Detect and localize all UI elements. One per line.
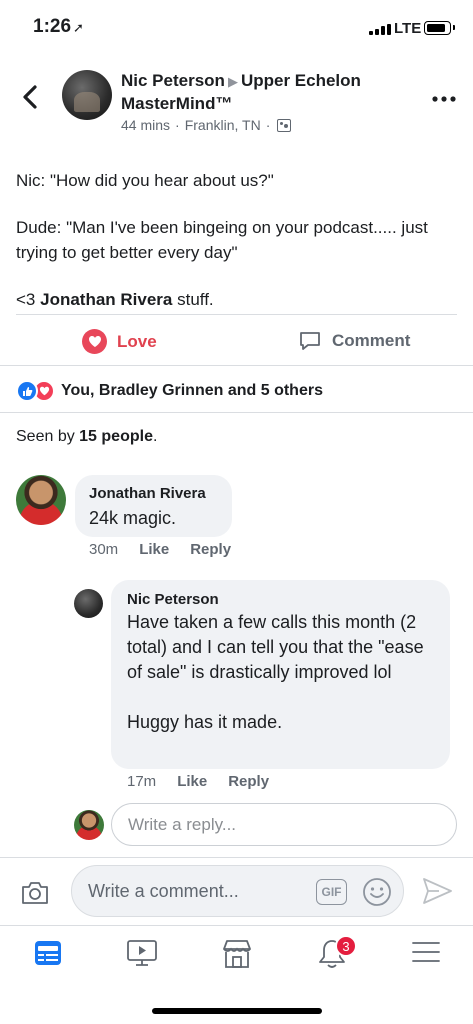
comment-text: 24k magic. — [89, 508, 177, 528]
clock-text: 1:26 — [33, 16, 72, 37]
like-reaction-icon — [16, 380, 38, 402]
home-indicator[interactable] — [152, 1008, 322, 1014]
divider — [0, 365, 473, 366]
author-name[interactable]: Nic Peterson — [121, 71, 225, 90]
tab-watch[interactable] — [126, 938, 158, 973]
post-text-line: Nic: "How did you hear about us?" — [16, 171, 274, 190]
reply-bubble: Nic Peterson Have taken a few calls this… — [111, 580, 450, 769]
marketplace-icon — [223, 940, 251, 968]
divider — [0, 412, 473, 413]
location-arrow-icon: ➚ — [73, 20, 84, 35]
commenter-avatar[interactable] — [16, 475, 66, 525]
post-time[interactable]: 44 mins — [121, 117, 170, 133]
love-label: Love — [117, 331, 157, 351]
status-time: 1:26 ➚ — [33, 16, 84, 38]
back-button[interactable] — [18, 82, 44, 112]
reply-button[interactable]: Reply — [190, 541, 231, 558]
post-meta: 44 mins · Franklin, TN · — [121, 117, 292, 133]
like-button[interactable]: Like — [139, 541, 169, 558]
post-body: Nic: "How did you hear about us?" Dude: … — [16, 168, 456, 312]
reply-author[interactable]: Nic Peterson — [127, 591, 434, 608]
gif-button[interactable]: GIF — [316, 879, 347, 905]
like-button[interactable]: Like — [177, 773, 207, 790]
battery-icon — [424, 21, 455, 35]
send-icon — [423, 878, 452, 904]
post-location[interactable]: Franklin, TN — [185, 117, 261, 133]
comment-bubble: Jonathan Rivera 24k magic. — [75, 475, 232, 537]
status-bar: 1:26 ➚ LTE — [0, 0, 473, 56]
group-audience-icon — [277, 118, 292, 132]
hamburger-menu-icon — [412, 942, 440, 962]
network-type: LTE — [394, 20, 422, 37]
post-text-line: Dude: "Man I've been bingeing on your po… — [16, 218, 428, 262]
signal-strength-icon — [369, 24, 391, 35]
news-feed-icon — [35, 941, 61, 965]
love-button[interactable]: Love — [82, 329, 157, 354]
reply-time: 17m — [127, 773, 157, 790]
tab-marketplace[interactable] — [221, 938, 253, 975]
send-button[interactable] — [421, 876, 453, 911]
camera-button[interactable] — [20, 880, 50, 911]
comment-time: 30m — [89, 541, 119, 558]
camera-icon — [22, 882, 48, 904]
current-user-avatar — [74, 810, 104, 840]
replier-avatar[interactable] — [74, 589, 103, 618]
more-icon — [432, 96, 456, 102]
comment-input[interactable]: Write a comment... — [71, 865, 404, 917]
reactions-text: You, Bradley Grinnen and 5 others — [61, 382, 323, 399]
comment-icon — [300, 332, 320, 350]
tab-menu[interactable] — [411, 938, 441, 971]
comment-actions: 30m Like Reply — [89, 541, 231, 558]
more-options-button[interactable] — [431, 93, 457, 103]
tagged-user[interactable]: Jonathan Rivera — [40, 290, 172, 309]
heart-icon — [82, 329, 107, 354]
triangle-right-icon: ▶ — [227, 74, 238, 89]
reply-button[interactable]: Reply — [228, 773, 269, 790]
reply-actions: 17m Like Reply — [127, 773, 269, 790]
reactions-summary[interactable]: You, Bradley Grinnen and 5 others — [16, 380, 323, 402]
notifications-badge: 3 — [335, 935, 357, 957]
seen-by[interactable]: Seen by 15 people. — [16, 428, 157, 446]
post-header: Nic Peterson ▶ Upper Echelon MasterMind™ — [121, 70, 421, 115]
post-text-line: <3 Jonathan Rivera stuff. — [16, 290, 214, 309]
emoji-button[interactable] — [362, 877, 392, 912]
reply-text: Huggy has it made. — [127, 712, 283, 732]
author-avatar[interactable] — [62, 70, 112, 120]
comment-author[interactable]: Jonathan Rivera — [89, 485, 218, 502]
tab-news-feed[interactable] — [33, 938, 63, 973]
reply-text: Have taken a few calls this month (2 tot… — [127, 612, 424, 682]
comment-button[interactable]: Comment — [298, 329, 410, 353]
comment-label: Comment — [332, 331, 411, 350]
divider — [16, 314, 457, 315]
video-icon — [127, 940, 157, 966]
divider — [0, 857, 473, 858]
reply-input[interactable]: Write a reply... — [111, 803, 457, 846]
smiley-icon — [363, 878, 391, 906]
chevron-left-icon — [23, 85, 37, 109]
